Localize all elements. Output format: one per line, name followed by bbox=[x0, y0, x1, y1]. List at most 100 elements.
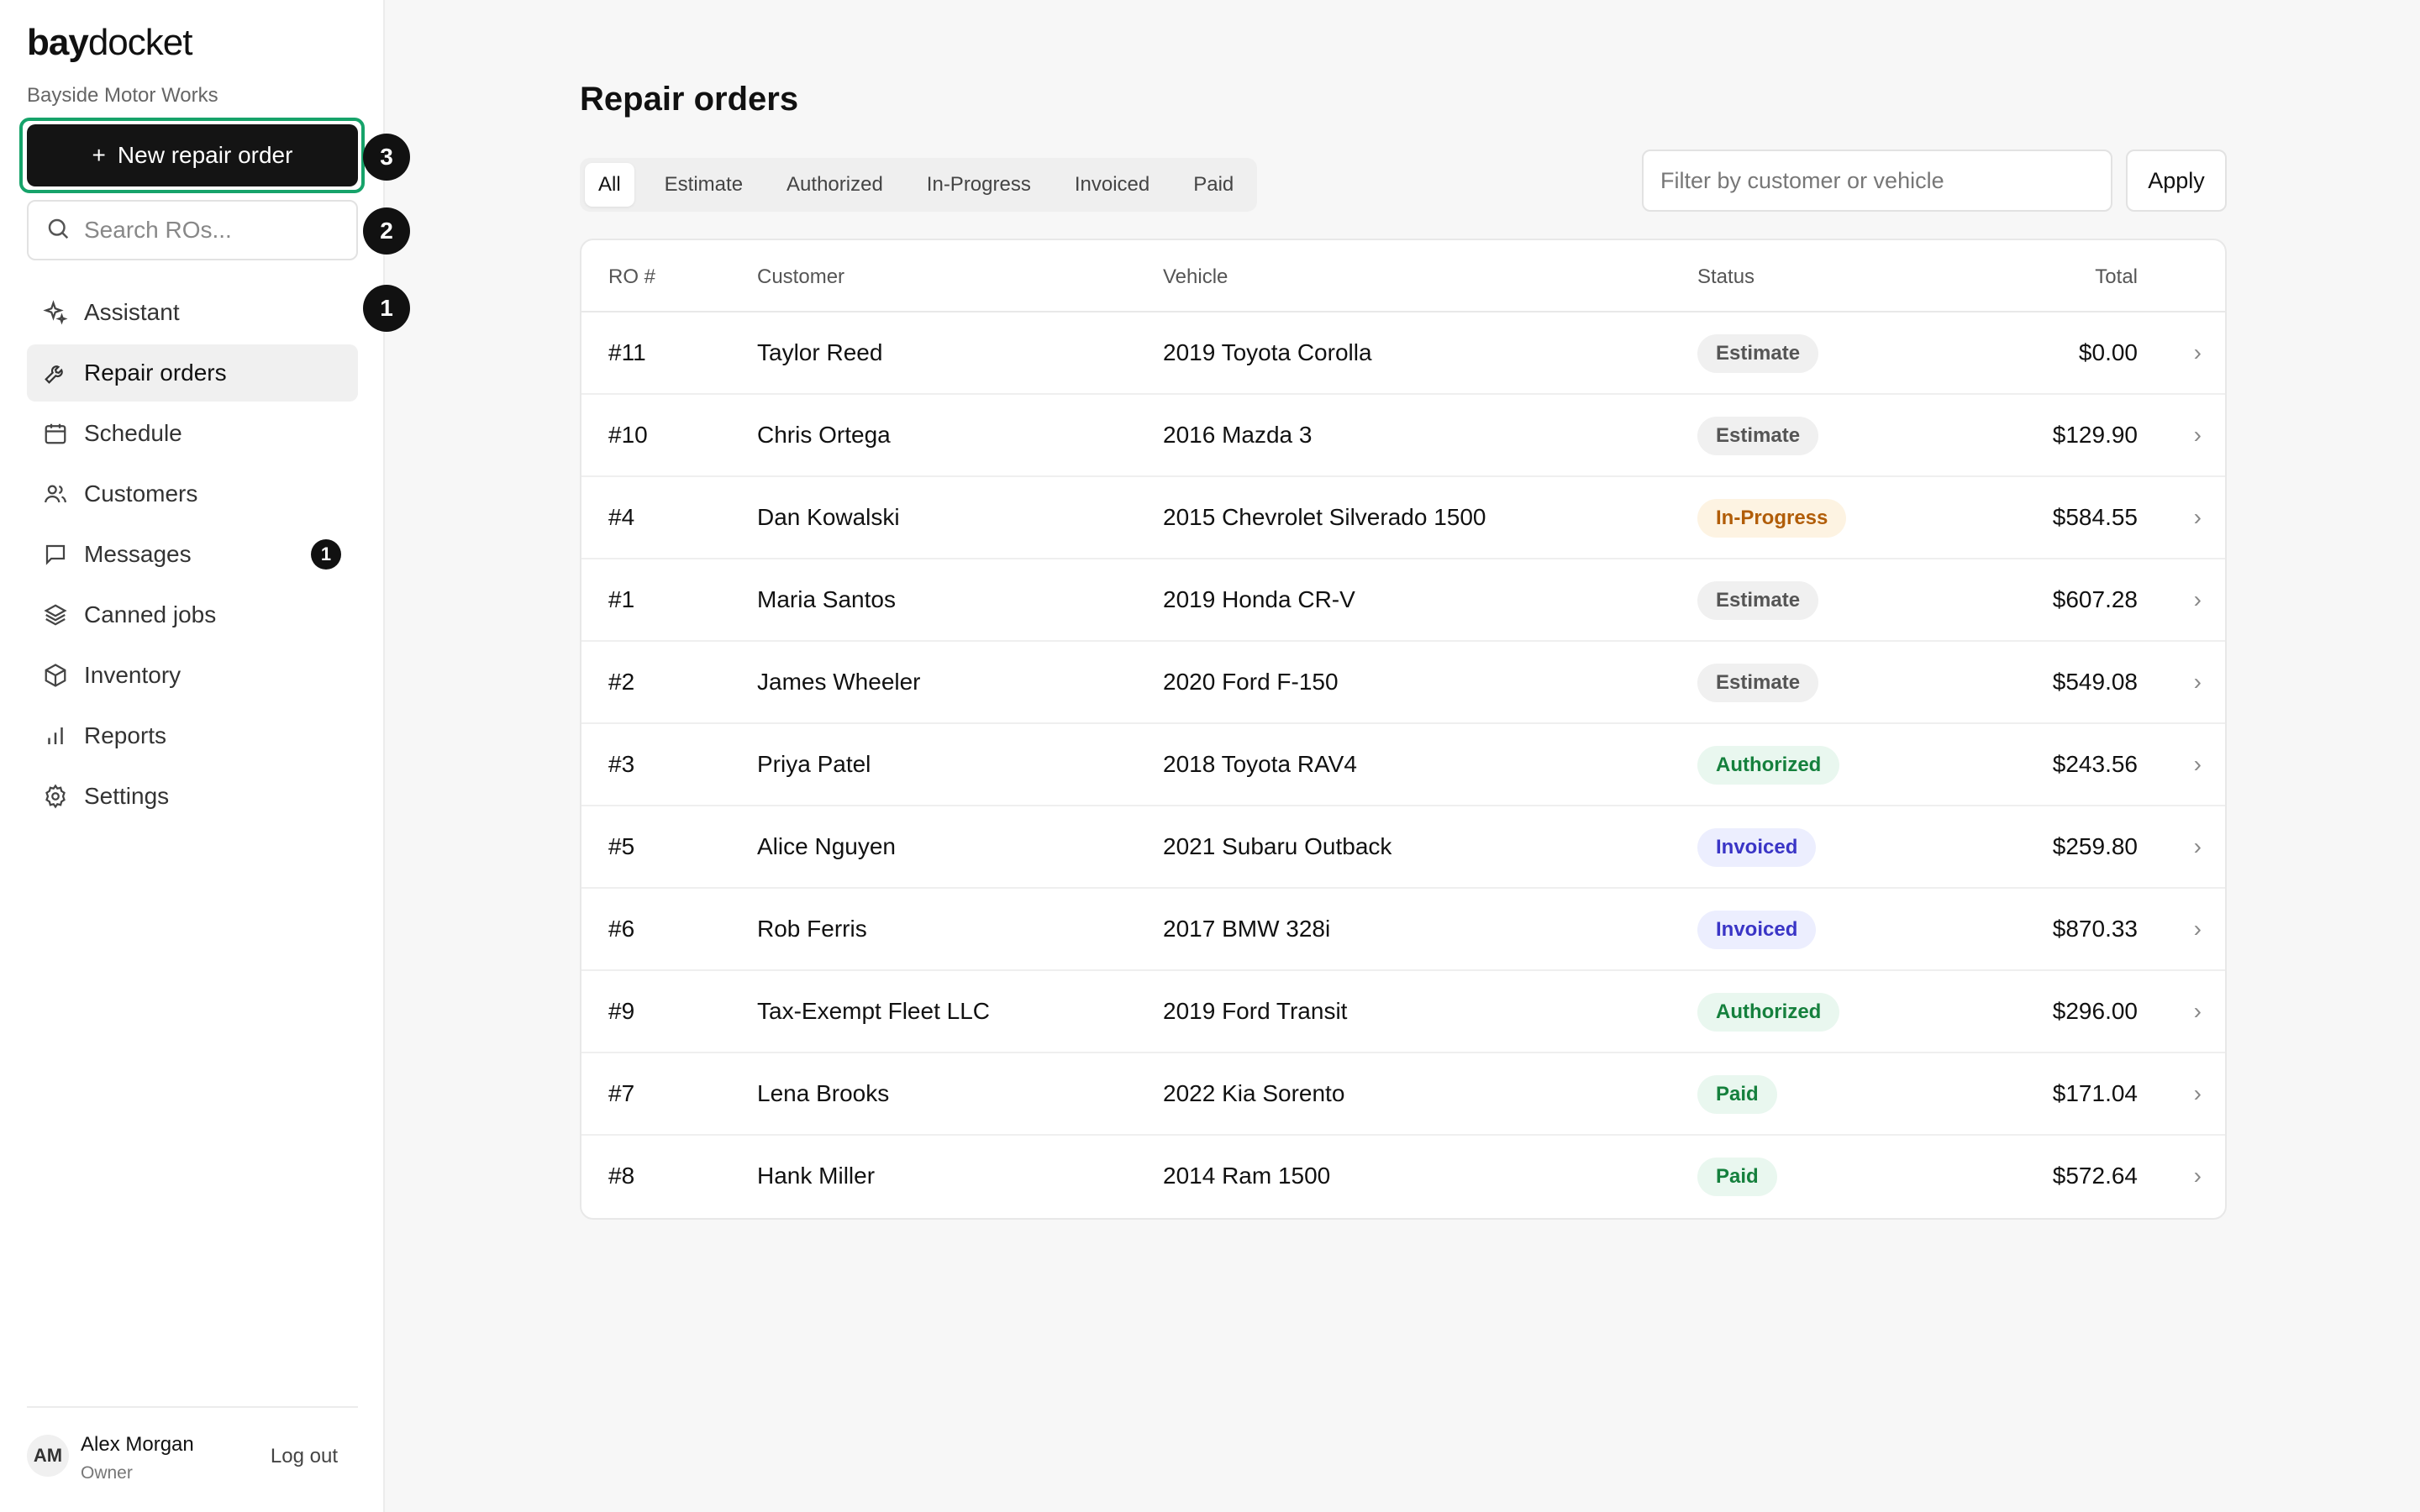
apply-button[interactable]: Apply bbox=[2126, 150, 2227, 212]
search-input[interactable] bbox=[84, 217, 336, 244]
sidebar-item-reports[interactable]: Reports bbox=[27, 707, 358, 764]
tab-all[interactable]: All bbox=[585, 163, 634, 207]
order-total: $0.00 bbox=[2078, 339, 2138, 365]
ro-number: #9 bbox=[608, 998, 635, 1024]
status-badge: Estimate bbox=[1697, 581, 1819, 620]
sidebar-item-assistant[interactable]: Assistant bbox=[27, 284, 358, 341]
status-badge: Authorized bbox=[1697, 993, 1840, 1032]
sidebar-nav: Assistant Repair orders Schedule Custome… bbox=[27, 284, 358, 828]
user-role: Owner bbox=[81, 1463, 133, 1483]
chevron-right-icon: › bbox=[2193, 1163, 2202, 1189]
customer-name: Taylor Reed bbox=[757, 339, 883, 365]
column-header-vehicle: Vehicle bbox=[1163, 265, 1228, 288]
vehicle-name: 2017 BMW 328i bbox=[1163, 916, 1331, 942]
table-row[interactable]: #3 Priya Patel 2018 Toyota RAV4 Authoriz… bbox=[581, 724, 2225, 806]
sidebar-item-label: Inventory bbox=[84, 662, 182, 688]
avatar: AM bbox=[27, 1435, 69, 1477]
sidebar-item-label: Canned jobs bbox=[84, 601, 217, 627]
sidebar-item-label: Messages bbox=[84, 541, 192, 567]
sidebar-item-canned-jobs[interactable]: Canned jobs bbox=[27, 586, 358, 643]
plus-icon: + bbox=[92, 142, 106, 168]
ro-number: #6 bbox=[608, 916, 635, 942]
ro-number: #3 bbox=[608, 751, 635, 777]
status-badge: Paid bbox=[1697, 1075, 1777, 1114]
table-row[interactable]: #10 Chris Ortega 2016 Mazda 3 Estimate $… bbox=[581, 395, 2225, 477]
table-row[interactable]: #1 Maria Santos 2019 Honda CR-V Estimate… bbox=[581, 559, 2225, 642]
logout-button[interactable]: Log out bbox=[271, 1445, 338, 1468]
table-row[interactable]: #6 Rob Ferris 2017 BMW 328i Invoiced $87… bbox=[581, 889, 2225, 971]
column-header-status: Status bbox=[1697, 265, 1755, 288]
sidebar-item-customers[interactable]: Customers bbox=[27, 465, 358, 522]
sidebar-item-label: Repair orders bbox=[84, 360, 227, 386]
vehicle-name: 2019 Honda CR-V bbox=[1163, 586, 1355, 612]
customer-name: Chris Ortega bbox=[757, 422, 891, 448]
brand-logo: baydocket bbox=[27, 22, 192, 64]
chevron-right-icon: › bbox=[2193, 751, 2202, 777]
tab-in-progress[interactable]: In-Progress bbox=[913, 163, 1044, 207]
chevron-right-icon: › bbox=[2193, 669, 2202, 695]
tab-authorized[interactable]: Authorized bbox=[773, 163, 897, 207]
order-total: $584.55 bbox=[2052, 504, 2138, 530]
table-row[interactable]: #9 Tax-Exempt Fleet LLC 2019 Ford Transi… bbox=[581, 971, 2225, 1053]
status-badge: Estimate bbox=[1697, 417, 1819, 455]
sidebar-item-label: Reports bbox=[84, 722, 167, 748]
sidebar-item-inventory[interactable]: Inventory bbox=[27, 647, 358, 704]
status-badge: Authorized bbox=[1697, 746, 1840, 785]
search-box[interactable] bbox=[27, 200, 358, 260]
order-total: $549.08 bbox=[2052, 669, 2138, 695]
shop-name: Bayside Motor Works bbox=[27, 84, 218, 107]
ro-number: #4 bbox=[608, 504, 635, 530]
table-row[interactable]: #5 Alice Nguyen 2021 Subaru Outback Invo… bbox=[581, 806, 2225, 889]
search-icon bbox=[45, 216, 71, 245]
tab-paid[interactable]: Paid bbox=[1180, 163, 1247, 207]
table-row[interactable]: #4 Dan Kowalski 2015 Chevrolet Silverado… bbox=[581, 477, 2225, 559]
gear-icon bbox=[42, 783, 69, 810]
sparkle-icon bbox=[42, 299, 69, 326]
vehicle-name: 2015 Chevrolet Silverado 1500 bbox=[1163, 504, 1486, 530]
order-total: $259.80 bbox=[2052, 833, 2138, 859]
order-total: $171.04 bbox=[2052, 1080, 2138, 1106]
wrench-icon bbox=[42, 360, 69, 386]
order-total: $607.28 bbox=[2052, 586, 2138, 612]
order-total: $572.64 bbox=[2052, 1163, 2138, 1189]
sidebar-item-repair-orders[interactable]: Repair orders bbox=[27, 344, 358, 402]
sidebar: baydocket Bayside Motor Works + New repa… bbox=[0, 0, 410, 1512]
step-marker-2: 2 bbox=[363, 207, 410, 255]
sidebar-item-label: Settings bbox=[84, 783, 170, 809]
chevron-right-icon: › bbox=[2193, 586, 2202, 612]
customer-name: Lena Brooks bbox=[757, 1080, 890, 1106]
table-row[interactable]: #11 Taylor Reed 2019 Toyota Corolla Esti… bbox=[581, 312, 2225, 395]
customer-name: Hank Miller bbox=[757, 1163, 876, 1189]
ro-number: #2 bbox=[608, 669, 635, 695]
tab-invoiced[interactable]: Invoiced bbox=[1061, 163, 1163, 207]
filter-box[interactable] bbox=[1642, 150, 2112, 212]
sidebar-item-messages[interactable]: Messages 1 bbox=[27, 526, 358, 583]
user-panel: AM Alex Morgan Owner Log out bbox=[27, 1406, 358, 1512]
step-marker-3: 3 bbox=[363, 134, 410, 181]
ro-number: #10 bbox=[608, 422, 648, 448]
vehicle-name: 2016 Mazda 3 bbox=[1163, 422, 1313, 448]
vehicle-name: 2019 Ford Transit bbox=[1163, 998, 1348, 1024]
sidebar-item-settings[interactable]: Settings bbox=[27, 768, 358, 825]
customer-name: James Wheeler bbox=[757, 669, 921, 695]
tab-estimate[interactable]: Estimate bbox=[651, 163, 756, 207]
status-badge: In-Progress bbox=[1697, 499, 1847, 538]
status-tabs: All Estimate Authorized In-Progress Invo… bbox=[580, 158, 1258, 212]
vehicle-name: 2018 Toyota RAV4 bbox=[1163, 751, 1357, 777]
order-total: $296.00 bbox=[2052, 998, 2138, 1024]
sidebar-item-schedule[interactable]: Schedule bbox=[27, 405, 358, 462]
layers-icon bbox=[42, 601, 69, 628]
new-repair-order-button[interactable]: + New repair order bbox=[27, 124, 358, 186]
table-row[interactable]: #8 Hank Miller 2014 Ram 1500 Paid $572.6… bbox=[581, 1136, 2225, 1218]
vehicle-name: 2022 Kia Sorento bbox=[1163, 1080, 1345, 1106]
box-icon bbox=[42, 662, 69, 689]
table-row[interactable]: #7 Lena Brooks 2022 Kia Sorento Paid $17… bbox=[581, 1053, 2225, 1136]
customer-name: Rob Ferris bbox=[757, 916, 867, 942]
table-row[interactable]: #2 James Wheeler 2020 Ford F-150 Estimat… bbox=[581, 642, 2225, 724]
column-header-ro: RO # bbox=[608, 265, 656, 288]
customer-name: Priya Patel bbox=[757, 751, 871, 777]
column-header-customer: Customer bbox=[757, 265, 845, 288]
filter-input[interactable] bbox=[1660, 167, 2097, 194]
column-header-total: Total bbox=[2095, 265, 2138, 288]
table-header: RO # Customer Vehicle Status Total bbox=[581, 240, 2225, 312]
